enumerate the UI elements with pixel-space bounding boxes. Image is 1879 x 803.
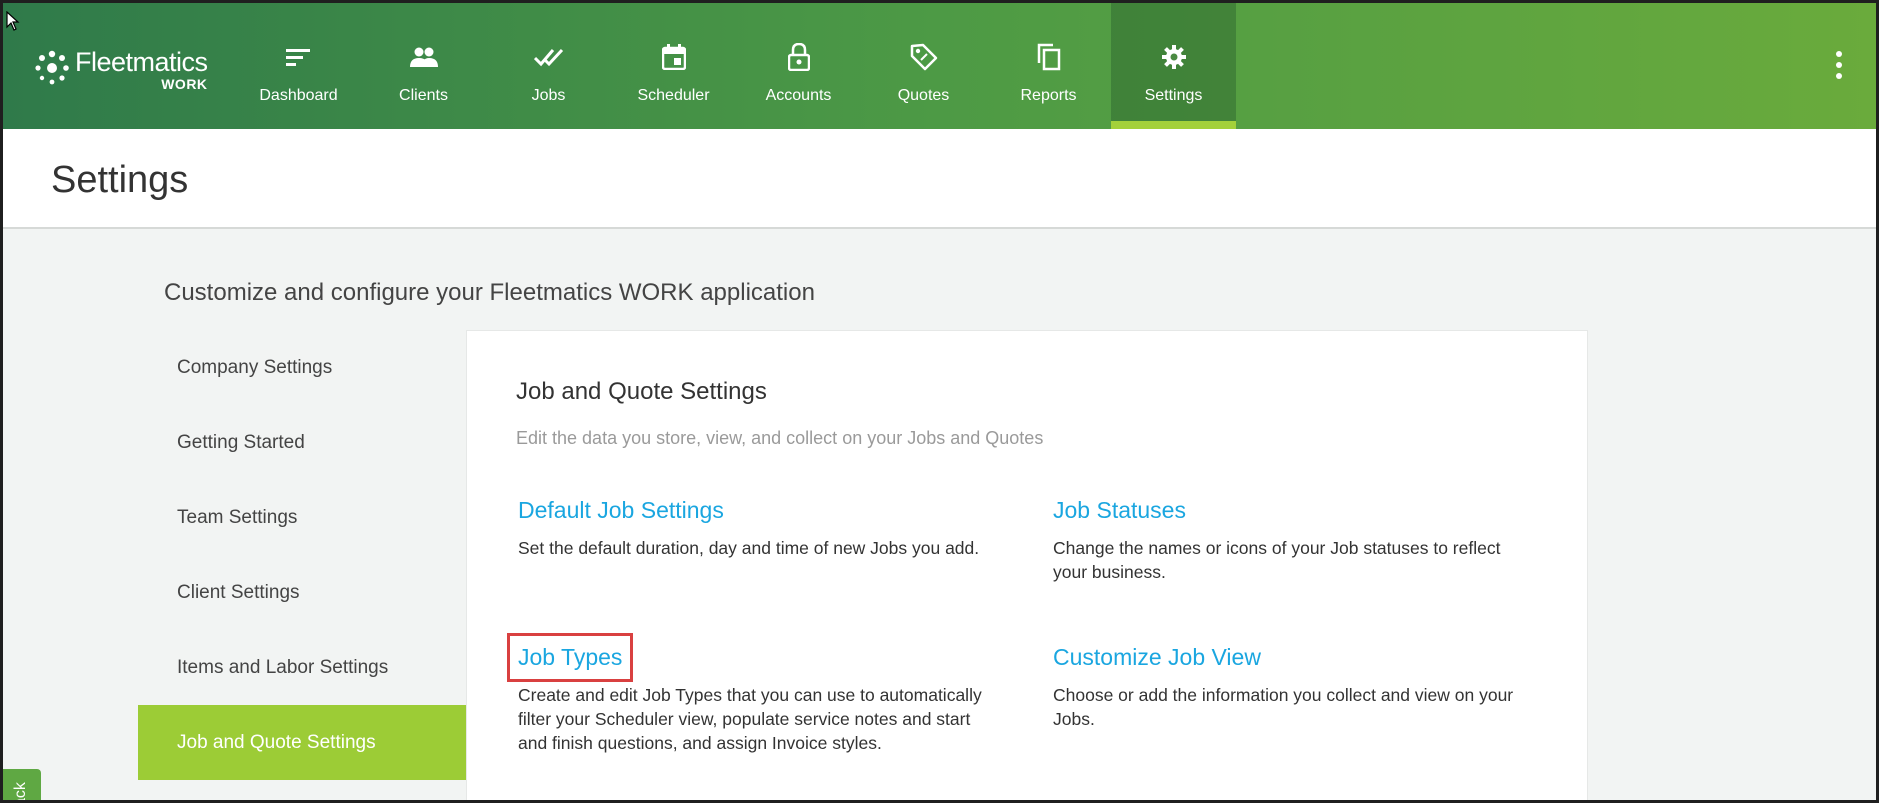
more-options-icon[interactable] [1834,51,1844,85]
sidebar-item-team-settings[interactable]: Team Settings [138,480,466,555]
brand-name: Fleetmatics [75,47,208,77]
nav-settings[interactable]: Settings [1111,3,1236,129]
customize-job-view-link[interactable]: Customize Job View [1053,644,1261,671]
nav-label: Scheduler [637,87,710,104]
settings-sidebar: Company Settings Getting Started Team Se… [138,330,466,800]
gear-icon [1161,45,1186,69]
page-title: Settings [51,159,189,201]
card-description: Choose or add the information you collec… [1053,685,1514,729]
feedback-label: ack [12,782,29,803]
app-window: Fleetmatics WORK Dashboard Clients Jobs … [0,0,1879,803]
jobs-icon [533,48,563,67]
dashboard-icon [285,49,310,66]
nav-label: Reports [1020,87,1077,104]
nav-label: Quotes [897,87,950,104]
copy-icon [1037,43,1060,71]
nav-jobs[interactable]: Jobs [486,3,611,129]
mouse-cursor-icon [6,11,20,31]
nav-label: Jobs [531,87,566,104]
nav-reports[interactable]: Reports [986,3,1111,129]
sidebar-item-company-settings[interactable]: Company Settings [138,330,466,405]
card-description: Create and edit Job Types that you can u… [518,685,982,753]
page-header: Settings [3,129,1876,229]
nav-clients[interactable]: Clients [361,3,486,129]
nav-label: Clients [399,87,448,104]
sidebar-item-job-and-quote-settings[interactable]: Job and Quote Settings [138,705,466,780]
panel-subtitle: Edit the data you store, view, and colle… [516,428,1044,448]
main-nav: Dashboard Clients Jobs Scheduler Account… [236,3,1236,129]
clients-icon [409,47,438,67]
top-navigation-bar: Fleetmatics WORK Dashboard Clients Jobs … [3,3,1876,129]
job-types-link[interactable]: Job Types [506,633,634,682]
card-description: Set the default duration, day and time o… [518,538,980,558]
settings-card-customize-job-view: Customize Job View Choose or add the inf… [1053,644,1523,731]
sidebar-item-items-and-labor-settings[interactable]: Items and Labor Settings [138,630,466,705]
logo-mark-icon [35,50,69,85]
feedback-tab[interactable]: ack [3,769,41,803]
brand-sub: WORK [161,76,208,92]
job-statuses-link[interactable]: Job Statuses [1053,497,1186,524]
nav-accounts[interactable]: Accounts [736,3,861,129]
nav-scheduler[interactable]: Scheduler [611,3,736,129]
nav-quotes[interactable]: Quotes [861,3,986,129]
fleetmatics-logo[interactable]: Fleetmatics WORK [33,49,208,91]
tag-icon [910,43,937,71]
settings-card-default-job-settings: Default Job Settings Set the default dur… [518,497,988,560]
scheduler-icon [661,44,686,70]
settings-card-job-statuses: Job Statuses Change the names or icons o… [1053,497,1523,584]
default-job-settings-link[interactable]: Default Job Settings [518,497,724,524]
card-description: Change the names or icons of your Job st… [1053,538,1501,582]
settings-card-job-types: Job Types Create and edit Job Types that… [506,633,988,755]
sidebar-item-getting-started[interactable]: Getting Started [138,405,466,480]
nav-dashboard[interactable]: Dashboard [236,3,361,129]
lock-icon [787,43,810,71]
nav-label: Accounts [765,87,832,104]
nav-label: Dashboard [259,87,338,104]
settings-intro: Customize and configure your Fleetmatics… [164,279,815,306]
nav-label: Settings [1144,87,1203,104]
sidebar-item-client-settings[interactable]: Client Settings [138,555,466,630]
job-quote-settings-panel: Job and Quote Settings Edit the data you… [466,330,1588,800]
panel-title: Job and Quote Settings [516,378,767,405]
